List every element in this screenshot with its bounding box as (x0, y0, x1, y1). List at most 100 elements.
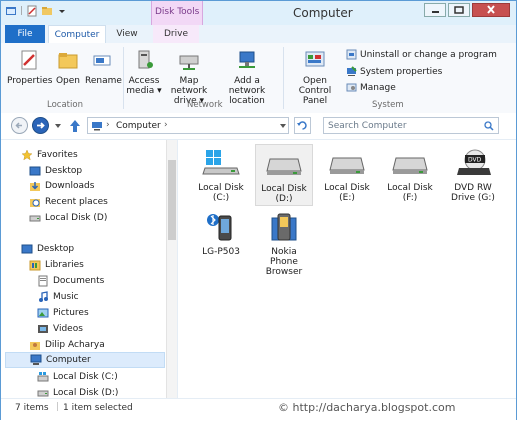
open-folder-icon (58, 53, 78, 69)
nav-item-local-disk-d-favorite[interactable]: Local Disk (D) (29, 212, 107, 224)
nav-label: Local Disk (D:) (53, 388, 119, 398)
tab-drive[interactable]: Drive (153, 25, 199, 43)
disk-icon (37, 390, 49, 397)
nav-item-downloads[interactable]: Downloads (29, 180, 94, 192)
nav-item-libraries[interactable]: Libraries (29, 259, 84, 271)
nav-item-music[interactable]: Music (37, 291, 79, 303)
add-network-location-button[interactable]: Add a network location (217, 49, 277, 106)
manage-button[interactable]: Manage (346, 82, 396, 93)
open-label: Open (55, 76, 81, 86)
recent-places-icon (30, 199, 40, 207)
uninstall-program-button[interactable]: Uninstall or change a program (346, 49, 497, 60)
desktop-icon (21, 244, 33, 254)
quick-access-toolbar: | (5, 5, 68, 17)
nav-item-local-disk-d[interactable]: Local Disk (D:) (37, 387, 118, 398)
nav-item-desktop-root[interactable]: Desktop (21, 243, 74, 255)
scrollbar-thumb[interactable] (168, 160, 176, 240)
refresh-button[interactable] (294, 117, 311, 134)
bluetooth-phone-icon (207, 214, 232, 241)
uninstall-icon (346, 49, 357, 60)
drive-item-d[interactable]: Local Disk (D:) (255, 144, 313, 206)
nav-item-local-disk-c[interactable]: Local Disk (C:) (37, 371, 118, 383)
map-network-drive-button[interactable]: Map network drive ▾ (161, 49, 217, 106)
maximize-button[interactable] (448, 3, 470, 17)
new-folder-icon[interactable] (41, 5, 53, 17)
maximize-icon (454, 6, 464, 14)
breadcrumb-computer[interactable]: Computer (116, 121, 161, 131)
map-network-label-1: Map network (170, 76, 208, 96)
nav-item-user[interactable]: Dilip Acharya (29, 339, 105, 351)
manage-icon (346, 83, 357, 92)
properties-icon[interactable] (26, 5, 38, 17)
control-panel-label-2: Panel (302, 96, 328, 106)
window-controls (424, 3, 510, 17)
network-drive-icon (179, 55, 199, 70)
nav-label: Documents (53, 276, 105, 286)
star-icon (21, 149, 33, 161)
nav-item-computer[interactable]: Computer (5, 352, 165, 368)
nav-item-pictures[interactable]: Pictures (37, 307, 89, 319)
tab-computer[interactable]: Computer (48, 25, 106, 43)
nav-item-recent-places[interactable]: Recent places (29, 196, 108, 208)
recent-locations-dropdown-icon[interactable] (54, 123, 62, 129)
explorer-window: | Disk Tools Computer File Computer View… (0, 0, 517, 420)
up-arrow-icon[interactable] (69, 119, 81, 133)
forward-button[interactable] (32, 117, 49, 134)
minimize-button[interactable] (424, 3, 446, 17)
open-button[interactable]: Open (54, 49, 82, 86)
open-control-panel-button[interactable]: Open Control Panel (287, 49, 343, 106)
properties-icon (21, 50, 37, 70)
drive-label: Local Disk (C:) (198, 183, 244, 203)
close-button[interactable] (472, 3, 510, 17)
minimize-icon (432, 11, 439, 13)
device-item-lg-p503[interactable]: LG-P503 (192, 208, 250, 257)
access-media-button[interactable]: Access media ▾ (126, 49, 162, 96)
nav-label: Pictures (53, 308, 89, 318)
nav-item-favorites[interactable]: Favorites (21, 149, 78, 161)
nav-label: Dilip Acharya (45, 340, 105, 350)
svg-text:DVD: DVD (468, 157, 482, 164)
navpane-scrollbar[interactable] (166, 140, 177, 398)
drive-item-g[interactable]: DVD DVD RW Drive (G:) (444, 144, 502, 203)
group-label-network: Network (187, 100, 223, 110)
group-label-location: Location (47, 100, 83, 110)
title-bar: | Disk Tools Computer (1, 1, 516, 25)
window-icon (6, 7, 16, 15)
nav-item-desktop[interactable]: Desktop (29, 165, 82, 177)
breadcrumb-chevron-icon[interactable]: › (164, 120, 168, 130)
address-bar[interactable]: › Computer › (87, 117, 289, 134)
search-input[interactable]: Search Computer (323, 117, 499, 134)
properties-button[interactable]: Properties (7, 49, 52, 86)
rename-icon (93, 55, 111, 66)
tab-view[interactable]: View (111, 25, 143, 43)
control-panel-icon (305, 51, 325, 67)
drive-item-f[interactable]: Local Disk (F:) (381, 144, 439, 203)
navigation-bar: › Computer › Search Computer (1, 113, 516, 140)
disk-icon (29, 215, 41, 222)
customize-dropdown-icon[interactable] (56, 5, 68, 17)
drive-item-e[interactable]: Local Disk (E:) (318, 144, 376, 203)
back-button[interactable] (11, 117, 28, 134)
nav-item-videos[interactable]: Videos (37, 323, 83, 335)
address-dropdown-icon[interactable] (279, 123, 287, 129)
window-title: Computer (293, 6, 353, 20)
nav-label: Favorites (37, 150, 78, 160)
tab-file[interactable]: File (5, 25, 45, 43)
search-icon[interactable] (484, 121, 494, 131)
forward-arrow-icon (37, 122, 45, 129)
nav-item-documents[interactable]: Documents (37, 275, 104, 287)
control-panel-label-1: Open Control (298, 76, 332, 96)
libraries-icon (29, 260, 41, 271)
refresh-icon (297, 121, 307, 130)
drive-item-c[interactable]: Local Disk (C:) (192, 144, 250, 203)
nav-label: Libraries (45, 260, 84, 270)
access-media-label-2: media ▾ (126, 86, 162, 96)
rename-button[interactable]: Rename (85, 49, 122, 86)
device-item-nokia-phone-browser[interactable]: Nokia Phone Browser (255, 208, 313, 277)
media-server-icon (138, 50, 153, 69)
nav-label: Videos (53, 324, 83, 334)
system-properties-button[interactable]: System properties (346, 66, 442, 77)
nav-label: Desktop (45, 166, 83, 176)
breadcrumb-chevron-icon[interactable]: › (106, 120, 110, 130)
nav-label: Downloads (45, 181, 95, 191)
